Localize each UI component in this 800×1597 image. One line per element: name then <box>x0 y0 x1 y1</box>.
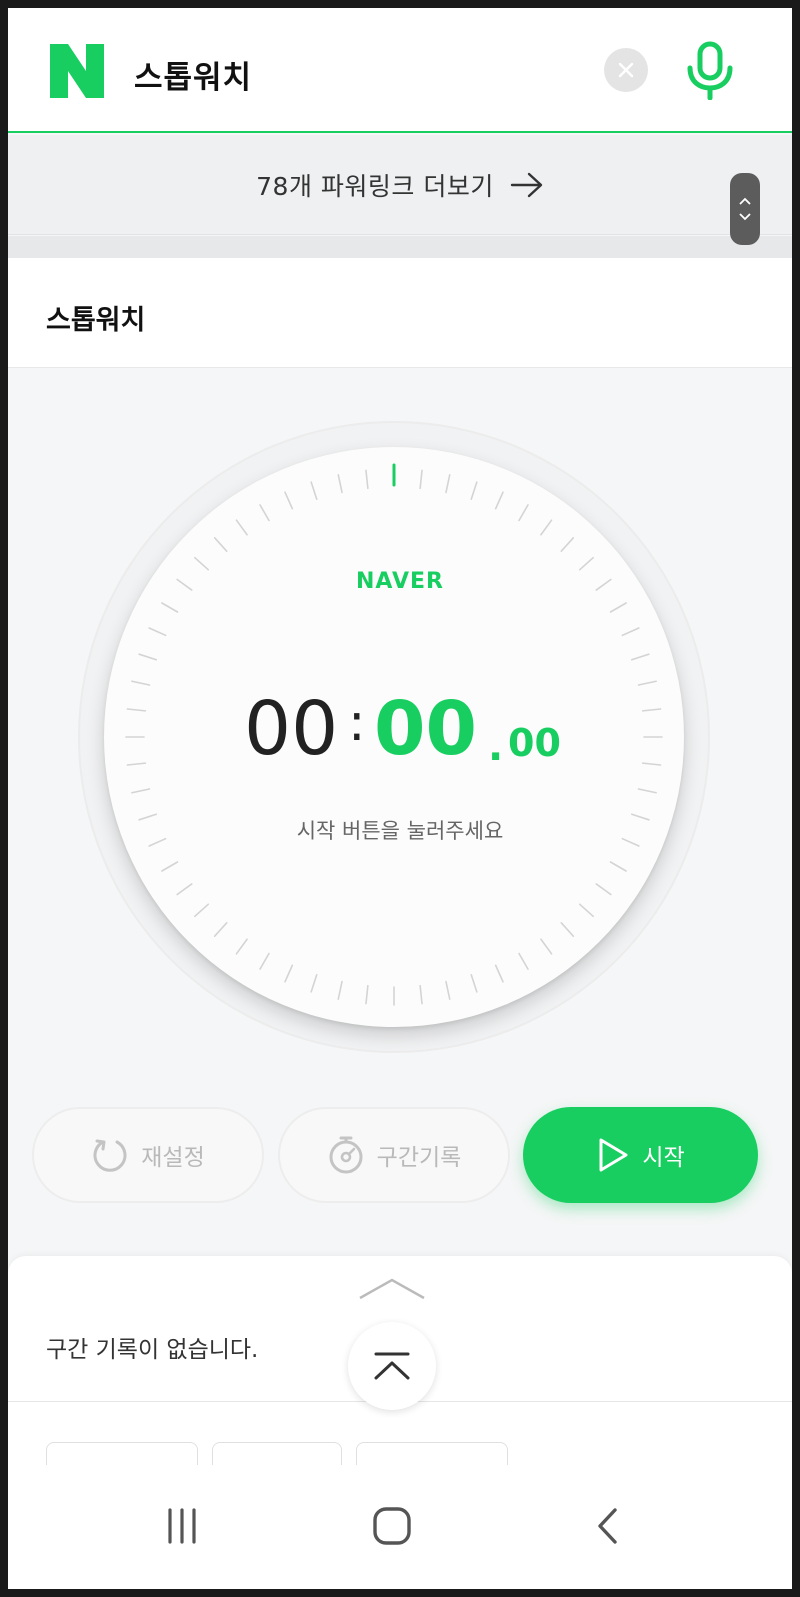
time-dot: . <box>488 724 504 770</box>
dial-tick <box>609 602 627 613</box>
dial-tick <box>126 708 147 712</box>
start-hint: 시작 버튼을 눌러주세요 <box>296 819 504 843</box>
reset-label: 재설정 <box>141 1145 205 1171</box>
chevron-up-icon <box>739 197 751 205</box>
title-bar: 스톱워치 <box>8 258 792 368</box>
dial-tick <box>494 964 504 983</box>
dial-tick <box>259 952 270 970</box>
dial-tick <box>621 627 640 637</box>
recent-apps-button[interactable] <box>152 1501 212 1551</box>
dial-tick <box>637 680 657 686</box>
dial-tick <box>445 980 451 1000</box>
reset-icon <box>91 1136 129 1174</box>
dial-tick <box>609 861 627 872</box>
arrow-right-icon <box>510 172 544 198</box>
time-display: 00 : 00 . 00 <box>244 686 584 772</box>
lap-label: 구간기록 <box>376 1145 462 1171</box>
close-icon <box>618 62 634 78</box>
time-centiseconds: 00 <box>508 721 561 765</box>
dial-tick <box>518 504 529 522</box>
scroll-to-top-button[interactable] <box>348 1322 436 1410</box>
dial-tick <box>578 903 594 918</box>
stopwatch-icon <box>327 1135 365 1175</box>
dial-tick <box>194 556 210 571</box>
dial-tick <box>445 474 451 494</box>
dial-tick <box>560 537 575 553</box>
dial-tick <box>641 708 662 712</box>
stopwatch-area: NAVER 00 : 00 . 00 시작 버튼을 눌러주세요 재설정 구간기록… <box>8 369 792 1269</box>
section-gap <box>8 236 792 258</box>
clear-search-button[interactable] <box>604 48 648 92</box>
dial-tick <box>540 938 553 955</box>
dial-tick <box>310 481 318 501</box>
empty-records-text: 구간 기록이 없습니다. <box>46 1337 259 1363</box>
dial-tick <box>310 973 318 993</box>
powerlink-more-link[interactable]: 78개 파워링크 더보기 <box>8 135 792 235</box>
dial-tick <box>131 680 151 686</box>
dial-tick <box>470 973 478 993</box>
start-label: 시작 <box>642 1145 685 1171</box>
recents-icon <box>168 1508 196 1544</box>
dial-tick <box>337 474 343 494</box>
chevron-down-icon <box>739 213 751 221</box>
dial-tick <box>419 469 423 490</box>
app-frame: 스톱워치 78개 파워링크 더보기 스톱워치 NAVER 00: 00 . 0… <box>8 8 792 1589</box>
time-seconds: 00 <box>374 686 477 772</box>
scroll-handle[interactable] <box>730 173 760 245</box>
dial-tick <box>560 921 575 937</box>
dial-tick <box>365 984 369 1005</box>
dial-brand: NAVER <box>356 569 444 594</box>
dial-tick <box>419 984 423 1005</box>
dial-tick <box>213 537 228 553</box>
dial-tick <box>259 504 270 522</box>
chevron-up-icon[interactable] <box>358 1276 426 1300</box>
dial-tick <box>161 602 179 613</box>
reset-button[interactable]: 재설정 <box>32 1107 264 1203</box>
dial-tick <box>518 952 529 970</box>
dial-tick <box>470 481 478 501</box>
back-button[interactable] <box>578 1501 638 1551</box>
dial-tick <box>235 519 248 536</box>
home-button[interactable] <box>362 1501 422 1551</box>
arrow-to-top-icon <box>374 1352 410 1380</box>
dial-tick <box>138 653 158 661</box>
microphone-icon <box>687 41 733 100</box>
time-colon: : <box>348 693 366 753</box>
time-minutes: 00 <box>244 686 339 772</box>
play-icon <box>596 1136 630 1174</box>
dial-tick <box>161 861 179 872</box>
lap-button[interactable]: 구간기록 <box>278 1107 510 1203</box>
powerlink-label: 78개 파워링크 더보기 <box>256 171 494 201</box>
naver-logo[interactable] <box>50 44 104 98</box>
search-header: 스톱워치 <box>8 8 792 133</box>
dial-tick <box>365 469 369 490</box>
dial-tick <box>595 883 612 896</box>
dial-tick <box>126 762 147 766</box>
dial-tick <box>176 883 193 896</box>
page-title: 스톱워치 <box>46 305 146 336</box>
search-input[interactable]: 스톱워치 <box>134 52 252 97</box>
dial-tick <box>235 938 248 955</box>
dial-tick <box>148 627 167 637</box>
dial-tick <box>641 762 662 766</box>
back-icon <box>598 1508 617 1544</box>
dial-tick <box>213 921 228 937</box>
voice-search-button[interactable] <box>680 38 740 102</box>
dial-tick <box>284 964 294 983</box>
dial-tick <box>337 980 343 1000</box>
dial-tick <box>578 556 594 571</box>
dial-tick <box>131 788 151 794</box>
dial-tick <box>194 903 210 918</box>
home-icon <box>373 1507 411 1545</box>
dial-tick <box>284 491 294 510</box>
system-nav-bar <box>8 1465 792 1589</box>
dial-tick <box>637 788 657 794</box>
start-button[interactable]: 시작 <box>523 1107 758 1203</box>
dial-tick <box>630 653 650 661</box>
dial-tick <box>540 519 553 536</box>
dial-tick <box>494 491 504 510</box>
